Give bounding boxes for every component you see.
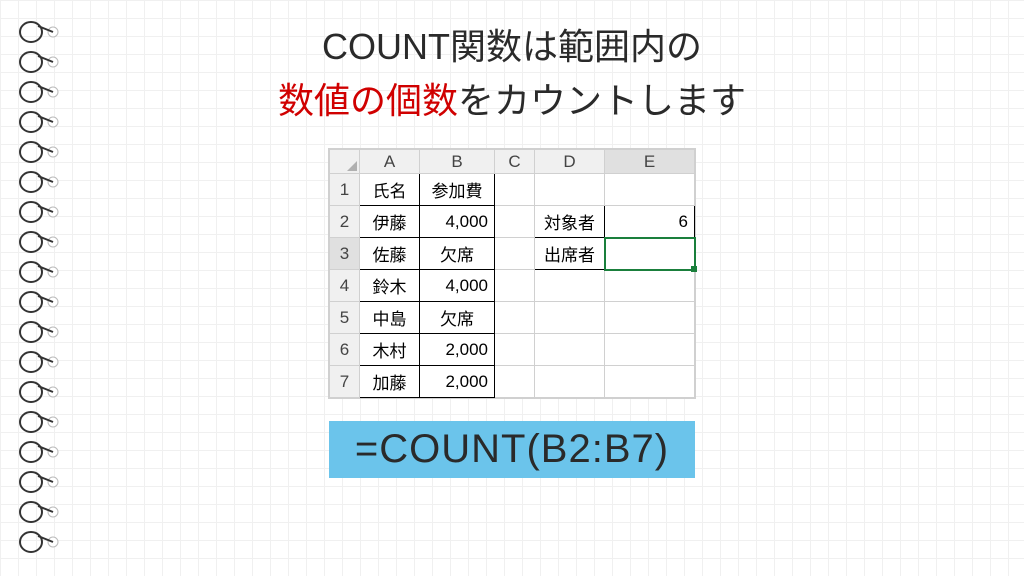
select-all-corner[interactable] [330, 150, 360, 174]
cell-E1[interactable] [605, 174, 695, 206]
cell-E2[interactable]: 6 [605, 206, 695, 238]
cell-D4[interactable] [535, 270, 605, 302]
heading-red: 数値の個数 [278, 80, 458, 121]
cell-B1[interactable]: 参加費 [420, 174, 495, 206]
row-header-3[interactable]: 3 [330, 238, 360, 270]
cell-A2[interactable]: 伊藤 [360, 206, 420, 238]
col-header-E[interactable]: E [605, 150, 695, 174]
cell-C1[interactable] [495, 174, 535, 206]
cell-C5[interactable] [495, 302, 535, 334]
cell-B3[interactable]: 欠席 [420, 238, 495, 270]
cell-D7[interactable] [535, 366, 605, 398]
cell-B7[interactable]: 2,000 [420, 366, 495, 398]
heading-rest: をカウントします [458, 80, 746, 121]
col-header-A[interactable]: A [360, 150, 420, 174]
spreadsheet: A B C D E 1 氏名 参加費 2 伊藤 4,000 対象者 6 [328, 148, 696, 399]
cell-B5[interactable]: 欠席 [420, 302, 495, 334]
cell-B6[interactable]: 2,000 [420, 334, 495, 366]
cell-C4[interactable] [495, 270, 535, 302]
formula-display: =COUNT(B2:B7) [329, 421, 695, 478]
row-header-7[interactable]: 7 [330, 366, 360, 398]
row-header-2[interactable]: 2 [330, 206, 360, 238]
cell-D3[interactable]: 出席者 [535, 238, 605, 270]
cell-B2[interactable]: 4,000 [420, 206, 495, 238]
cell-E5[interactable] [605, 302, 695, 334]
cell-D2[interactable]: 対象者 [535, 206, 605, 238]
cell-C2[interactable] [495, 206, 535, 238]
cell-A7[interactable]: 加藤 [360, 366, 420, 398]
cell-A6[interactable]: 木村 [360, 334, 420, 366]
cell-C6[interactable] [495, 334, 535, 366]
col-header-B[interactable]: B [420, 150, 495, 174]
heading-line1: COUNT関数は範囲内の [322, 26, 702, 67]
cell-E4[interactable] [605, 270, 695, 302]
cell-D5[interactable] [535, 302, 605, 334]
cell-D1[interactable] [535, 174, 605, 206]
heading: COUNT関数は範囲内の 数値の個数をカウントします [278, 20, 746, 128]
cell-C7[interactable] [495, 366, 535, 398]
cell-E7[interactable] [605, 366, 695, 398]
row-header-4[interactable]: 4 [330, 270, 360, 302]
cell-A4[interactable]: 鈴木 [360, 270, 420, 302]
col-header-D[interactable]: D [535, 150, 605, 174]
cell-C3[interactable] [495, 238, 535, 270]
cell-A3[interactable]: 佐藤 [360, 238, 420, 270]
cell-A1[interactable]: 氏名 [360, 174, 420, 206]
cell-D6[interactable] [535, 334, 605, 366]
cell-E3-active[interactable] [605, 238, 695, 270]
cell-B4[interactable]: 4,000 [420, 270, 495, 302]
cell-A5[interactable]: 中島 [360, 302, 420, 334]
row-header-1[interactable]: 1 [330, 174, 360, 206]
row-header-6[interactable]: 6 [330, 334, 360, 366]
col-header-C[interactable]: C [495, 150, 535, 174]
cell-E6[interactable] [605, 334, 695, 366]
row-header-5[interactable]: 5 [330, 302, 360, 334]
